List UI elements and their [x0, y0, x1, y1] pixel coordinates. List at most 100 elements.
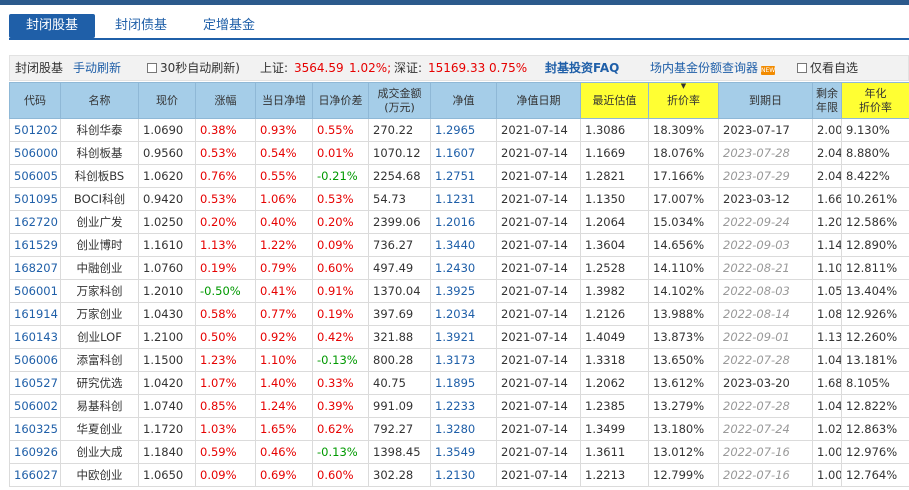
- column-header[interactable]: 当日净增: [255, 82, 313, 119]
- amount-cell: 2399.06: [368, 210, 431, 234]
- nav-link[interactable]: 1.3921: [435, 330, 475, 344]
- manual-refresh-link[interactable]: 手动刷新: [73, 56, 121, 80]
- auto-refresh-checkbox[interactable]: [147, 63, 157, 73]
- fund-code-link[interactable]: 160527: [14, 376, 58, 390]
- table-row[interactable]: 160325 华夏创业 1.1720 1.03% 1.65% 0.62% 792.27 1.3…: [9, 417, 909, 441]
- table-row[interactable]: 161914 万家创业 1.0430 0.58% 0.77% 0.19% 397.69 1.2…: [9, 302, 909, 326]
- fund-code-link[interactable]: 161529: [14, 238, 58, 252]
- column-header[interactable]: 日净价差: [312, 82, 369, 119]
- change-cell: 0.50%: [195, 325, 256, 349]
- nav-link[interactable]: 1.1895: [435, 376, 475, 390]
- discount-cell: 15.034%: [648, 210, 719, 234]
- nav-date-cell: 2021-07-14: [496, 256, 581, 280]
- table-row[interactable]: 506002 易基科创 1.0740 0.85% 1.24% 0.39% 991.09 1.2…: [9, 394, 909, 418]
- table-row[interactable]: 160143 创业LOF 1.2100 0.50% 0.92% 0.42% 321.88 1.…: [9, 325, 909, 349]
- nav-link[interactable]: 1.2034: [435, 307, 475, 321]
- fund-code-link[interactable]: 506006: [14, 353, 58, 367]
- fund-code-link[interactable]: 160143: [14, 330, 58, 344]
- annual-discount-cell: 8.105%: [841, 371, 909, 395]
- nav-link[interactable]: 1.2430: [435, 261, 475, 275]
- column-header[interactable]: 折价率: [648, 82, 719, 119]
- nav-spread-cell: 0.01%: [312, 141, 369, 165]
- fund-code-link[interactable]: 506001: [14, 284, 58, 298]
- fund-code-link[interactable]: 160926: [14, 445, 58, 459]
- column-header[interactable]: 现价: [138, 82, 196, 119]
- nav-spread-cell: 0.33%: [312, 371, 369, 395]
- fund-code-link[interactable]: 506005: [14, 169, 58, 183]
- tab-closed-bond-fund[interactable]: 封闭债基: [115, 14, 167, 38]
- table-row[interactable]: 161529 创业博时 1.1610 1.13% 1.22% 0.09% 736.27 1.3…: [9, 233, 909, 257]
- fund-code-link[interactable]: 506000: [14, 146, 58, 160]
- nav-increase-cell: 0.54%: [255, 141, 313, 165]
- nav-link[interactable]: 1.2751: [435, 169, 475, 183]
- column-header[interactable]: 剩余 年限: [812, 82, 842, 119]
- nav-spread-cell: 0.53%: [312, 187, 369, 211]
- nav-link[interactable]: 1.1231: [435, 192, 475, 206]
- table-row[interactable]: 506000 科创板基 0.9560 0.53% 0.54% 0.01% 1070.12 1.…: [9, 141, 909, 165]
- auto-refresh-toggle[interactable]: 30秒自动刷新): [147, 56, 240, 80]
- fund-code-link[interactable]: 162720: [14, 215, 58, 229]
- only-selected-toggle[interactable]: 仅看自选: [797, 56, 858, 80]
- column-header[interactable]: 净值日期: [496, 82, 581, 119]
- nav-link[interactable]: 1.1607: [435, 146, 475, 160]
- nav-link[interactable]: 1.3173: [435, 353, 475, 367]
- column-header[interactable]: 代码: [9, 82, 61, 119]
- column-header[interactable]: 年化 折价率: [841, 82, 909, 119]
- nav-link[interactable]: 1.2130: [435, 468, 475, 482]
- only-selected-checkbox[interactable]: [797, 63, 807, 73]
- fund-name: 万家创业: [60, 302, 139, 326]
- price-cell: 1.2100: [138, 325, 196, 349]
- due-date-cell: 2022-09-03: [718, 233, 813, 257]
- table-row[interactable]: 506001 万家科创 1.2010 -0.50% 0.41% 0.91% 1370.04 1…: [9, 279, 909, 303]
- nav-link-cell: 1.3440: [430, 233, 497, 257]
- nav-link-cell: 1.3173: [430, 348, 497, 372]
- fund-code-link[interactable]: 166027: [14, 468, 58, 482]
- column-header[interactable]: 成交金额 (万元): [368, 82, 431, 119]
- table-row[interactable]: 162720 创业广发 1.0250 0.20% 0.40% 0.20% 2399.06 1.…: [9, 210, 909, 234]
- tab-private-placement-fund[interactable]: 定增基金: [203, 14, 255, 38]
- nav-increase-cell: 0.77%: [255, 302, 313, 326]
- nav-link-cell: 1.2430: [430, 256, 497, 280]
- nav-increase-cell: 0.92%: [255, 325, 313, 349]
- column-header[interactable]: 涨幅: [195, 82, 256, 119]
- fund-code-link[interactable]: 168207: [14, 261, 58, 275]
- column-header[interactable]: 到期日: [718, 82, 813, 119]
- table-row[interactable]: 506006 添富科创 1.1500 1.23% 1.10% -0.13% 800.28 1.…: [9, 348, 909, 372]
- column-header[interactable]: 名称: [60, 82, 139, 119]
- fund-code-link[interactable]: 161914: [14, 307, 58, 321]
- table-row[interactable]: 166027 中欧创业 1.0650 0.09% 0.69% 0.60% 302.28 1.2…: [9, 463, 909, 487]
- column-header[interactable]: 净值: [430, 82, 497, 119]
- fund-code-link[interactable]: 160325: [14, 422, 58, 436]
- faq-link[interactable]: 封基投资FAQ: [545, 56, 619, 80]
- table-row[interactable]: 501095 BOCI科创 0.9420 0.53% 1.06% 0.53% 54.73 1.…: [9, 187, 909, 211]
- annual-discount-cell: 12.890%: [841, 233, 909, 257]
- nav-link[interactable]: 1.3549: [435, 445, 475, 459]
- change-cell: 0.53%: [195, 187, 256, 211]
- fund-code-link[interactable]: 506002: [14, 399, 58, 413]
- due-date-cell: 2023-07-17: [718, 118, 813, 142]
- nav-link[interactable]: 1.2233: [435, 399, 475, 413]
- fund-code-link[interactable]: 501095: [14, 192, 58, 206]
- fund-name: 科创板BS: [60, 164, 139, 188]
- column-header[interactable]: 最近估值: [580, 82, 649, 119]
- table-row[interactable]: 160926 创业大成 1.1840 0.59% 0.46% -0.13% 1398.45 1…: [9, 440, 909, 464]
- table-row[interactable]: 168207 中融创业 1.0760 0.19% 0.79% 0.60% 497.49 1.2…: [9, 256, 909, 280]
- nav-increase-cell: 0.55%: [255, 164, 313, 188]
- nav-link[interactable]: 1.2965: [435, 123, 475, 137]
- estimate-cell: 1.4049: [580, 325, 649, 349]
- nav-link[interactable]: 1.2016: [435, 215, 475, 229]
- nav-link[interactable]: 1.3280: [435, 422, 475, 436]
- table-row[interactable]: 506005 科创板BS 1.0620 0.76% 0.55% -0.21% 2254.68…: [9, 164, 909, 188]
- amount-cell: 792.27: [368, 417, 431, 441]
- fund-code-link-cell: 160143: [9, 325, 61, 349]
- table-row[interactable]: 501202 科创华泰 1.0690 0.38% 0.93% 0.55% 270.22 1.2…: [9, 118, 909, 142]
- discount-cell: 13.012%: [648, 440, 719, 464]
- table-row[interactable]: 160527 研究优选 1.0420 1.07% 1.40% 0.33% 40.75 1.18…: [9, 371, 909, 395]
- nav-link[interactable]: 1.3925: [435, 284, 475, 298]
- only-selected-label: 仅看自选: [810, 61, 859, 75]
- fund-code-link[interactable]: 501202: [14, 123, 58, 137]
- fund-share-query-link[interactable]: 场内基金份额查询器 NEW: [650, 56, 775, 80]
- due-date-cell: 2022-09-24: [718, 210, 813, 234]
- nav-link[interactable]: 1.3440: [435, 238, 475, 252]
- tab-closed-equity-fund[interactable]: 封闭股基: [9, 14, 95, 38]
